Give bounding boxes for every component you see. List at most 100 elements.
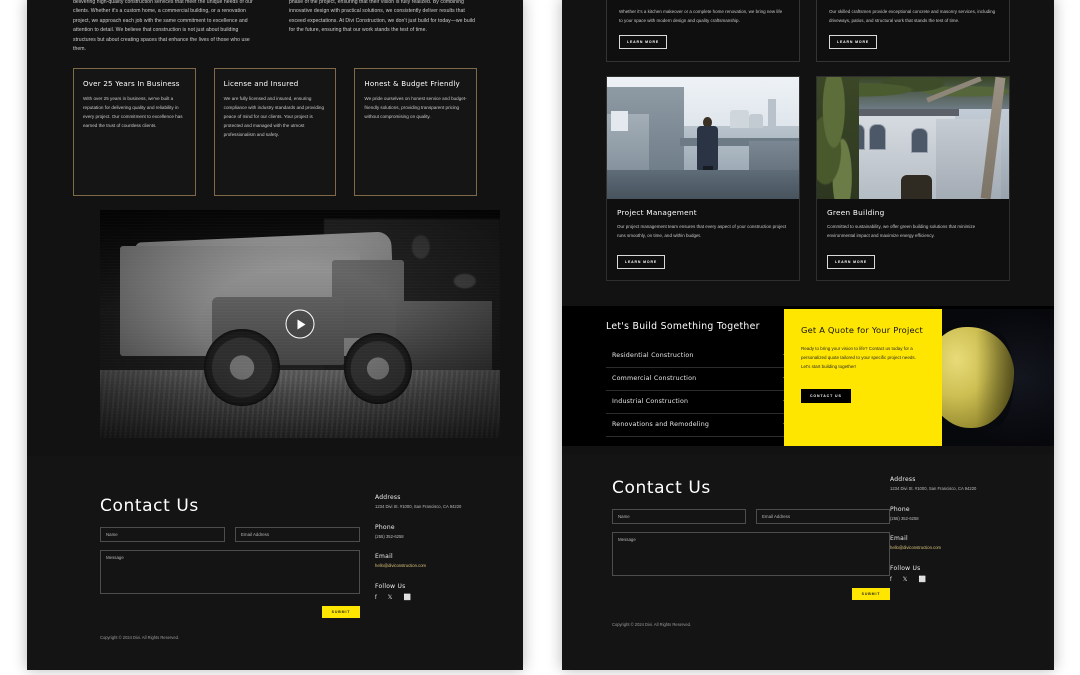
cta-accordion-column: Let's Build Something Together Residenti… — [606, 320, 791, 437]
email-input[interactable] — [756, 509, 890, 524]
contact-section: Contact Us SUBMIT Address 1234 Divi St. … — [27, 456, 523, 670]
email-label: Email — [375, 553, 393, 561]
address-value: 1234 Divi St. #1000, San Francisco, CA 9… — [890, 486, 977, 491]
accordion-label: Renovations and Remodeling — [612, 421, 710, 429]
service-card-body: Project Management Our project managemen… — [607, 199, 799, 280]
name-input[interactable] — [612, 509, 746, 524]
x-twitter-icon[interactable]: 𝕏 — [903, 577, 908, 583]
contact-heading: Contact Us — [612, 478, 711, 498]
email-value[interactable]: hello@diviconstruction.com — [890, 545, 1012, 552]
contact-name-email-row — [100, 527, 360, 542]
follow-us-label: Follow Us — [890, 565, 921, 573]
photo-window — [610, 111, 629, 131]
accordion-item-residential[interactable]: Residential Construction + — [606, 345, 791, 368]
instagram-icon[interactable]: ⬜ — [404, 595, 411, 601]
video-player[interactable] — [100, 210, 500, 438]
name-input[interactable] — [100, 527, 225, 542]
photo-window — [868, 123, 887, 151]
message-textarea[interactable] — [100, 550, 360, 594]
quote-cta-box: Get A Quote for Your Project Ready to br… — [784, 309, 942, 446]
service-image-card[interactable]: Project Management Our project managemen… — [606, 76, 800, 281]
social-links: f 𝕏 ⬜ — [890, 577, 1012, 583]
footer-bar: Copyright © 2024 Divi. All Rights Reserv… — [612, 622, 1012, 627]
phone-value[interactable]: (255) 352-6258 — [890, 516, 1012, 523]
social-links: f 𝕏 ⬜ — [375, 595, 495, 601]
contact-section: Contact Us SUBMIT Address 1234 Divi St. … — [562, 454, 1054, 670]
feature-card-text: With over 25 years in business, we've bu… — [83, 96, 183, 129]
accordion-label: Industrial Construction — [612, 398, 689, 406]
feature-card-title: License and Insured — [223, 79, 299, 88]
learn-more-button[interactable]: LEARN MORE — [829, 35, 878, 49]
service-text: Whether it's a kitchen makeover or a com… — [619, 9, 783, 24]
accordion-label: Residential Construction — [612, 352, 694, 360]
feature-card[interactable]: License and Insured We are fully license… — [213, 68, 337, 196]
contact-info-column: Address 1234 Divi St. #1000, San Francis… — [375, 494, 495, 601]
intro-paragraph-row: delivering high-quality construction ser… — [27, 0, 523, 60]
accordion-item-industrial[interactable]: Industrial Construction + — [606, 391, 791, 414]
accordion-label: Commercial Construction — [612, 375, 697, 383]
feature-card-row: Over 25 Years In Business With over 25 y… — [27, 60, 523, 196]
address-label: Address — [375, 494, 401, 501]
contact-us-button[interactable]: CONTACT US — [801, 388, 851, 403]
copyright-text: Copyright © 2024 Divi. All Rights Reserv… — [100, 635, 180, 640]
message-textarea[interactable] — [612, 532, 890, 576]
green-building-photo — [817, 77, 1009, 200]
service-card-title: Green Building — [827, 208, 885, 218]
screenshot-stage: delivering high-quality construction ser… — [0, 0, 1080, 675]
service-text-card[interactable]: Our skilled craftsmen provide exceptiona… — [816, 0, 1010, 62]
learn-more-button[interactable]: LEARN MORE — [827, 255, 876, 269]
intro-text-left: delivering high-quality construction ser… — [73, 0, 253, 53]
email-value[interactable]: hello@diviconstruction.com — [375, 563, 495, 570]
photo-tank — [749, 113, 763, 129]
left-page-preview[interactable]: delivering high-quality construction ser… — [27, 0, 523, 670]
photo-person-body — [697, 125, 719, 171]
x-twitter-icon[interactable]: 𝕏 — [388, 595, 393, 601]
victorian-house-scene — [817, 77, 1009, 200]
facebook-icon[interactable]: f — [890, 577, 892, 583]
contact-name-email-row — [612, 509, 890, 524]
email-label: Email — [890, 535, 908, 543]
feature-card-text: We are fully licensed and insured, ensur… — [223, 96, 325, 138]
phone-label: Phone — [375, 523, 395, 531]
feature-card[interactable]: Over 25 Years In Business With over 25 y… — [73, 68, 196, 196]
play-triangle — [297, 319, 305, 329]
intro-column-left: delivering high-quality construction ser… — [73, 0, 261, 60]
submit-button[interactable]: SUBMIT — [852, 588, 890, 600]
learn-more-button[interactable]: LEARN MORE — [619, 35, 668, 49]
feature-card-text: We pride ourselves on honest service and… — [364, 96, 467, 120]
photo-door — [901, 174, 933, 200]
play-icon[interactable] — [285, 309, 315, 339]
instagram-icon[interactable]: ⬜ — [919, 577, 926, 583]
service-image-card[interactable]: Green Building Committed to sustainabili… — [816, 76, 1010, 281]
footer-bar: Copyright © 2024 Divi. All Rights Reserv… — [100, 635, 500, 640]
service-card-body: Green Building Committed to sustainabili… — [817, 199, 1009, 280]
photo-ledge — [607, 170, 799, 200]
phone-label: Phone — [890, 505, 910, 513]
learn-more-button[interactable]: LEARN MORE — [617, 255, 666, 269]
accordion-item-commercial[interactable]: Commercial Construction + — [606, 368, 791, 391]
photo-window — [911, 128, 929, 153]
feature-card-title: Honest & Budget Friendly — [364, 79, 460, 88]
feature-card[interactable]: Honest & Budget Friendly We pride oursel… — [354, 68, 478, 196]
accordion-item-renovations[interactable]: Renovations and Remodeling + — [606, 414, 791, 437]
intro-text-right: phase of the project, ensuring that thei… — [289, 0, 475, 34]
cta-band: Let's Build Something Together Residenti… — [562, 306, 1054, 446]
quote-heading: Get A Quote for Your Project — [801, 325, 923, 335]
submit-row: SUBMIT — [612, 588, 890, 600]
service-text-card[interactable]: Whether it's a kitchen makeover or a com… — [606, 0, 800, 62]
submit-button[interactable]: SUBMIT — [322, 606, 360, 618]
service-card-title: Project Management — [617, 208, 697, 218]
service-text-card-row: Whether it's a kitchen makeover or a com… — [562, 0, 1054, 62]
facebook-icon[interactable]: f — [375, 595, 377, 601]
email-input[interactable] — [235, 527, 360, 542]
photo-tree-left — [817, 77, 860, 200]
hard-hat-photo — [942, 309, 1054, 446]
follow-us-label: Follow Us — [375, 583, 406, 591]
contact-info-column: Address 1234 Divi St. #1000, San Francis… — [890, 476, 1012, 583]
rooftop-scene — [607, 77, 799, 200]
right-page-preview[interactable]: Whether it's a kitchen makeover or a com… — [562, 0, 1054, 670]
service-card-text: Committed to sustainability, we offer gr… — [827, 224, 976, 239]
service-card-text: Our project management team ensures that… — [617, 224, 787, 239]
quote-text: Ready to bring your vision to life? Cont… — [801, 346, 916, 369]
phone-value[interactable]: (255) 352-6258 — [375, 534, 495, 541]
